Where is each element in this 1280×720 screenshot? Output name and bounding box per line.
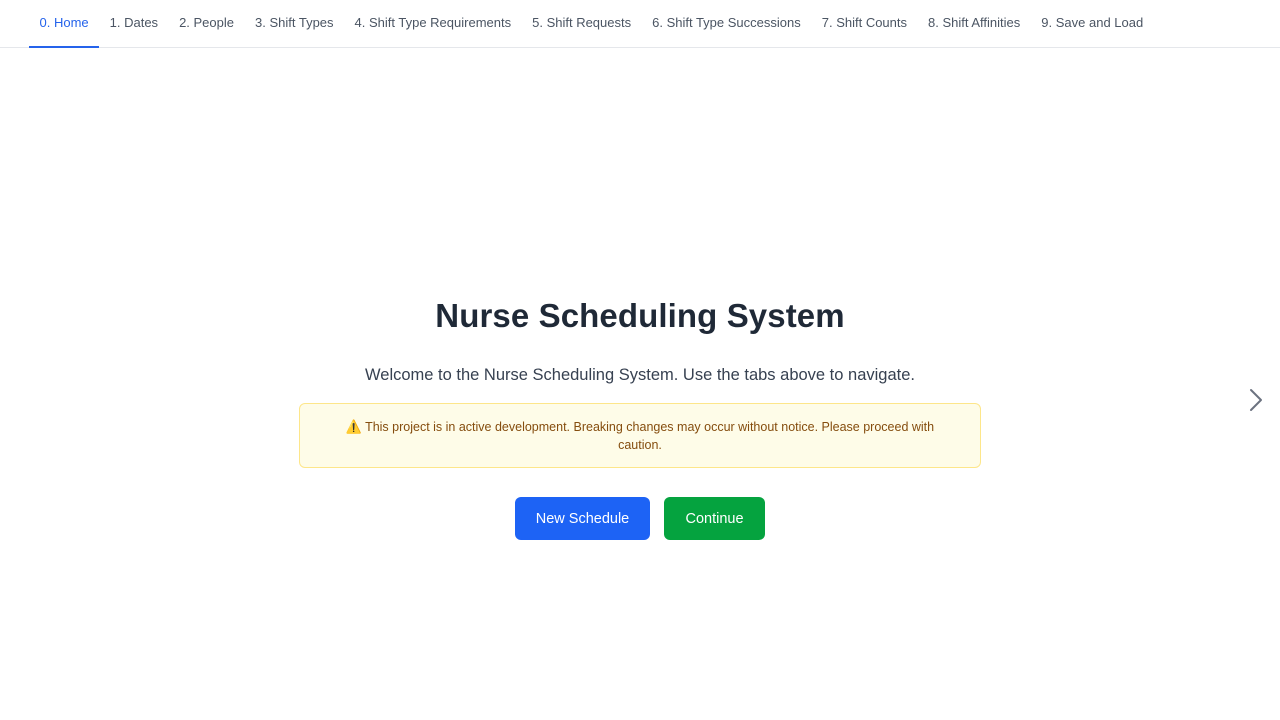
tab-shift-counts[interactable]: 7. Shift Counts — [811, 0, 917, 47]
new-schedule-button[interactable]: New Schedule — [515, 497, 650, 540]
tab-home[interactable]: 0. Home — [29, 0, 100, 48]
tab-people[interactable]: 2. People — [169, 0, 245, 47]
home-panel: Nurse Scheduling System Welcome to the N… — [0, 49, 1280, 720]
tab-shift-type-requirements[interactable]: 4. Shift Type Requirements — [344, 0, 522, 47]
continue-button[interactable]: Continue — [664, 497, 765, 540]
warning-icon: ⚠️ — [345, 419, 363, 434]
tab-save-and-load[interactable]: 9. Save and Load — [1031, 0, 1154, 47]
tab-shift-types[interactable]: 3. Shift Types — [245, 0, 345, 47]
welcome-text: Welcome to the Nurse Scheduling System. … — [365, 366, 915, 384]
warning-text: This project is in active development. B… — [365, 420, 935, 452]
tab-shift-type-successions[interactable]: 6. Shift Type Successions — [642, 0, 812, 47]
tab-shift-requests[interactable]: 5. Shift Requests — [522, 0, 642, 47]
action-buttons: New Schedule Continue — [0, 497, 1280, 540]
tab-bar: 0. Home 1. Dates 2. People 3. Shift Type… — [0, 0, 1280, 48]
page-title: Nurse Scheduling System — [435, 297, 845, 334]
development-warning-banner: ⚠️ This project is in active development.… — [299, 403, 981, 468]
chevron-right-icon[interactable] — [1245, 387, 1267, 413]
tab-shift-affinities[interactable]: 8. Shift Affinities — [918, 0, 1031, 47]
tab-dates[interactable]: 1. Dates — [99, 0, 168, 47]
